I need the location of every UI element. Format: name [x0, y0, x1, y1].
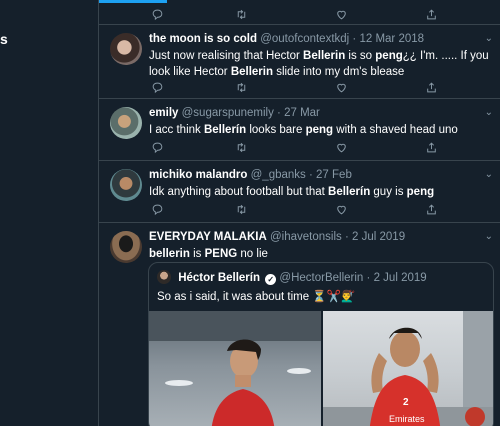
tweet-text: Just now realising that Hector Bellerin …	[149, 50, 489, 78]
media-photo[interactable]: 2 Emirates	[323, 311, 493, 426]
tweet[interactable]: ⌄ michiko malandro @_gbanks · 27 Feb Idk…	[99, 161, 500, 223]
quoted-tweet-text: So as i said, it was about time ⏳✂️💇‍♂️	[157, 291, 356, 303]
tweet[interactable]: ⌄ the moon is so cold @outofcontextkdj ·…	[99, 25, 500, 99]
avatar[interactable]	[110, 107, 142, 139]
share-icon[interactable]	[423, 6, 439, 22]
avatar[interactable]	[110, 33, 142, 65]
timestamp[interactable]: 27 Mar	[284, 107, 320, 119]
display-name[interactable]: michiko malandro	[149, 169, 247, 181]
like-icon[interactable]	[333, 139, 349, 155]
retweet-icon[interactable]	[233, 139, 249, 155]
timestamp[interactable]: 12 Mar 2018	[359, 33, 424, 45]
media-photo[interactable]	[149, 311, 321, 426]
avatar[interactable]	[110, 169, 142, 201]
display-name[interactable]: EVERYDAY MALAKIA	[149, 231, 267, 243]
retweet-icon[interactable]	[233, 79, 249, 95]
share-icon[interactable]	[423, 139, 439, 155]
avatar[interactable]	[110, 231, 142, 263]
separator: ·	[277, 107, 281, 119]
reply-icon[interactable]	[149, 201, 165, 217]
tweet-actions	[149, 201, 449, 217]
like-icon[interactable]	[333, 201, 349, 217]
like-icon[interactable]	[333, 6, 349, 22]
quoted-tweet[interactable]: Héctor Bellerín ✓ @HectorBellerin · 2 Ju…	[148, 262, 494, 426]
separator: ·	[308, 169, 313, 181]
like-icon[interactable]	[333, 79, 349, 95]
display-name[interactable]: emily	[149, 107, 178, 119]
tweet-actions	[149, 79, 449, 95]
shirt-sponsor: Emirates	[389, 414, 425, 424]
left-sidebar: s	[0, 0, 98, 426]
tweet-actions-previous	[149, 6, 449, 22]
verified-icon: ✓	[265, 274, 277, 285]
retweet-icon[interactable]	[233, 201, 249, 217]
left-nav-text: s	[0, 31, 8, 47]
share-icon[interactable]	[423, 79, 439, 95]
shirt-number: 2	[403, 397, 409, 408]
separator: ·	[344, 231, 349, 243]
share-icon[interactable]	[423, 201, 439, 217]
quoted-handle[interactable]: @HectorBellerin	[279, 272, 363, 284]
handle[interactable]: @_gbanks	[251, 169, 306, 181]
tweet-text: bellerin is PENG no lie	[149, 248, 268, 260]
handle[interactable]: @outofcontextkdj	[260, 33, 349, 45]
tweet-text: Idk anything about football but that Bel…	[149, 186, 435, 198]
handle[interactable]: @ihavetonsils	[270, 231, 342, 243]
tweet[interactable]: ⌄ emily @sugarspunemily · 27 Mar I acc t…	[99, 99, 500, 161]
reply-icon[interactable]	[149, 139, 165, 155]
separator: ·	[366, 272, 371, 284]
display-name[interactable]: the moon is so cold	[149, 33, 257, 45]
tab-underline	[99, 0, 167, 3]
retweet-icon[interactable]	[233, 6, 249, 22]
tweet-actions	[149, 139, 449, 155]
quoted-display-name[interactable]: Héctor Bellerín	[178, 272, 260, 284]
quoted-avatar[interactable]	[157, 270, 171, 284]
timestamp[interactable]: 27 Feb	[316, 169, 352, 181]
tweet-text: I acc think Bellerín looks bare peng wit…	[149, 124, 458, 136]
handle[interactable]: @sugarspunemily	[182, 107, 274, 119]
quoted-timestamp[interactable]: 2 Jul 2019	[374, 272, 427, 284]
timestamp[interactable]: 2 Jul 2019	[352, 231, 405, 243]
reply-icon[interactable]	[149, 79, 165, 95]
separator: ·	[352, 33, 357, 45]
reply-icon[interactable]	[149, 6, 165, 22]
